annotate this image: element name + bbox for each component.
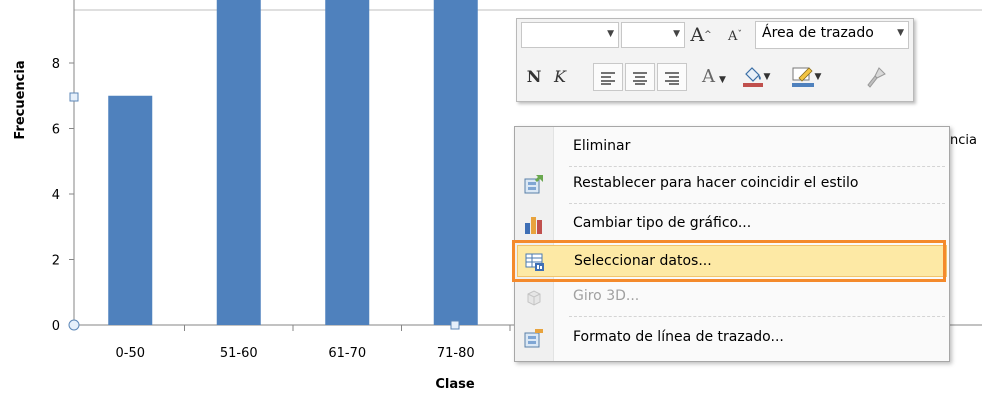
y-tick-label: 6	[52, 123, 60, 138]
menu-item-3d-rotation: Giro 3D...	[517, 281, 947, 313]
chevron-down-icon[interactable]: ▼	[607, 29, 614, 39]
menu-separator	[569, 316, 945, 317]
y-tick-label: 8	[52, 57, 60, 72]
format-icon	[524, 329, 543, 348]
chevron-down-icon[interactable]: ▼	[719, 75, 726, 85]
y-tick-label: 4	[52, 188, 60, 203]
font-size-box[interactable]: ▼	[621, 22, 685, 48]
bar-71-80[interactable]	[433, 0, 478, 325]
chart-element-selector[interactable]: Área de trazado ▼	[755, 21, 909, 49]
menu-item-label: Giro 3D...	[573, 288, 640, 304]
format-painter-button[interactable]	[859, 63, 893, 91]
mini-toolbar: ▼ ▼ A^ Aˇ Área de trazado ▼ N K A ▼ ▼ ▼	[516, 18, 914, 102]
menu-item-delete[interactable]: Eliminar	[517, 131, 947, 163]
chart-element-selector-value: Área de trazado	[762, 25, 874, 41]
bold-button[interactable]: N	[523, 63, 545, 91]
x-tick-label: 51-60	[220, 346, 258, 361]
annotation-highlight-frame	[512, 240, 946, 282]
align-center-button[interactable]	[625, 63, 655, 91]
x-axis-title: Clase	[435, 377, 475, 392]
menu-item-format-plot-area[interactable]: Formato de línea de trazado...	[517, 322, 947, 354]
chevron-down-icon[interactable]: ▼	[673, 29, 680, 39]
chevron-down-icon[interactable]: ▼	[815, 72, 822, 82]
align-center-icon	[633, 72, 647, 85]
italic-button[interactable]: K	[549, 63, 571, 91]
outline-color-swatch	[791, 83, 814, 87]
fill-color-button[interactable]: ▼	[735, 63, 777, 91]
y-axis-title: Frecuencia	[13, 60, 28, 139]
menu-separator	[569, 203, 945, 204]
align-left-button[interactable]	[593, 63, 623, 91]
bar-61-70[interactable]	[325, 0, 370, 325]
shrink-font-button[interactable]: Aˇ	[723, 21, 747, 49]
menu-separator	[569, 166, 945, 167]
pen-outline-icon	[791, 67, 814, 87]
align-right-button[interactable]	[657, 63, 687, 91]
menu-item-label: Formato de línea de trazado...	[573, 329, 784, 345]
align-right-icon	[665, 72, 679, 85]
outline-color-button[interactable]: ▼	[783, 63, 829, 91]
bar-51-60[interactable]	[216, 0, 261, 325]
plot-area-resize-handle[interactable]	[450, 320, 460, 330]
x-tick-label: 0-50	[115, 346, 145, 361]
font-color-button[interactable]: A ▼	[697, 63, 731, 91]
plot-area-resize-handle[interactable]	[69, 92, 79, 102]
x-tick-label: 71-80	[437, 346, 475, 361]
caret-down-icon: ˇ	[737, 30, 742, 40]
align-left-icon	[601, 72, 615, 85]
y-tick-label: 0	[52, 319, 60, 334]
format-painter-icon	[867, 67, 886, 88]
chart-type-icon	[525, 217, 542, 234]
bold-icon: N	[526, 67, 542, 86]
font-color-icon: A	[702, 66, 716, 87]
plot-area-resize-handle[interactable]	[68, 319, 80, 331]
caret-up-icon: ^	[704, 30, 712, 40]
menu-item-change-chart-type[interactable]: Cambiar tipo de gráfico...	[517, 208, 947, 240]
grow-font-button[interactable]: A^	[689, 21, 713, 49]
menu-item-label: Eliminar	[573, 138, 631, 154]
grow-font-icon: A	[690, 24, 705, 46]
font-name-box[interactable]: ▼	[521, 22, 619, 48]
x-tick-label: 61-70	[328, 346, 366, 361]
excel-chart-screen: 0-50 51-60 61-70 71-80 0 2 4 6 8 Frecuencia Clas…	[0, 0, 982, 394]
reset-style-icon	[524, 175, 543, 194]
fill-color-swatch	[742, 83, 763, 87]
rotate-3d-icon	[527, 290, 541, 306]
menu-item-reset-style[interactable]: Restablecer para hacer coincidir el esti…	[517, 168, 947, 200]
cut-off-text-right: ncia	[950, 133, 977, 148]
chevron-down-icon[interactable]: ▼	[764, 72, 771, 82]
paint-bucket-icon	[742, 67, 763, 87]
italic-icon: K	[554, 67, 566, 86]
y-tick-label: 2	[52, 254, 60, 269]
bar-0-50[interactable]	[108, 95, 153, 325]
menu-item-label: Restablecer para hacer coincidir el esti…	[573, 175, 859, 191]
chevron-down-icon[interactable]: ▼	[895, 28, 904, 38]
menu-item-label: Cambiar tipo de gráfico...	[573, 215, 752, 231]
